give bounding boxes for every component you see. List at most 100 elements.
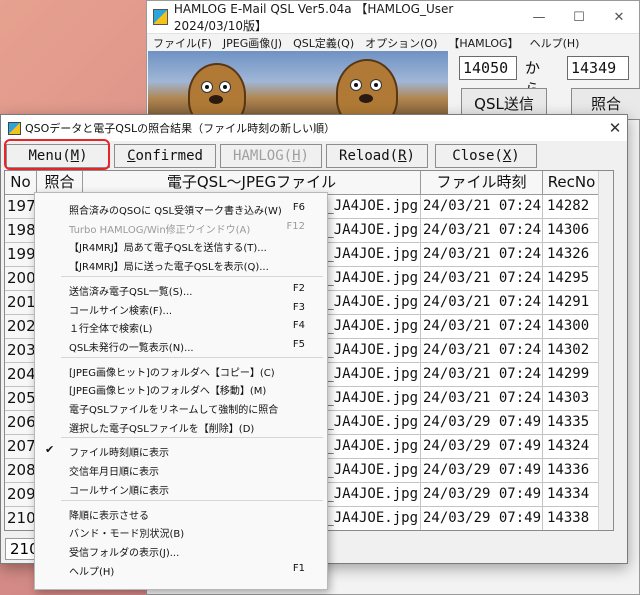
close-icon[interactable]: ✕ [603, 119, 627, 137]
context-menu-item-label: 送信済み電子QSL一覧(S)... [69, 286, 193, 298]
row-number[interactable]: 202 [5, 315, 37, 339]
row-number[interactable]: 201 [5, 291, 37, 315]
context-menu-item-label: コールサイン検索(F)... [69, 305, 173, 317]
context-menu-item-label: コールサイン順に表示 [69, 485, 169, 497]
context-menu-item[interactable]: １行全体で検索(L) F4 [35, 317, 327, 335]
time-cell[interactable]: 24/03/21 07:24 [421, 291, 543, 315]
row-number[interactable]: 197 [5, 195, 37, 219]
context-menu-item[interactable]: [JPEG画像ヒット]のフォルダへ【移動】(M) [35, 379, 327, 397]
close-dialog-button[interactable]: Close(X) [435, 144, 537, 168]
time-cell[interactable]: 24/03/21 07:24 [421, 195, 543, 219]
time-cell[interactable]: 24/03/21 07:24 [421, 243, 543, 267]
recno-cell[interactable]: 14336 [543, 459, 601, 483]
row-number[interactable]: 207 [5, 435, 37, 459]
hamlog-app-icon [8, 121, 21, 135]
row-number[interactable]: 199 [5, 243, 37, 267]
row-number[interactable]: 198 [5, 219, 37, 243]
context-menu-item-shortcut: F12 [286, 220, 305, 232]
maximize-button[interactable]: ☐ [559, 10, 599, 25]
context-menu-item[interactable]: 受信フォルダの表示(J)... [35, 541, 327, 559]
context-menu-item[interactable]: QSL未発行の一覧表示(N)... F5 [35, 336, 327, 354]
context-menu-item[interactable]: コールサイン検索(F)... F3 [35, 299, 327, 317]
confirmed-button[interactable]: Confirmed [114, 144, 216, 168]
column-header-recno[interactable]: RecNo [543, 171, 601, 195]
row-number[interactable]: 203 [5, 339, 37, 363]
context-menu-item-label: １行全体で検索(L) [69, 324, 153, 336]
row-number[interactable]: 205 [5, 387, 37, 411]
range-from-input[interactable]: 14050 [459, 56, 517, 80]
reload-button[interactable]: Reload(R) [326, 144, 428, 168]
context-menu-item[interactable]: コールサイン順に表示 [35, 479, 327, 497]
context-menu-item[interactable]: Turbo HAMLOG/Win修正ウインドウ(A) F12 [35, 218, 327, 236]
context-menu-item[interactable]: 降順に表示させる [35, 504, 327, 522]
context-menu-item[interactable]: 照合済みのQSOに QSL受領マーク書き込み(W) F6 [35, 199, 327, 217]
row-number[interactable]: 204 [5, 363, 37, 387]
menu-option[interactable]: オプション(O) [365, 35, 437, 51]
time-cell[interactable]: 24/03/29 07:49 [421, 483, 543, 507]
context-menu-item[interactable]: 【JR4MRJ】局に送った電子QSLを表示(Q)... [35, 255, 327, 273]
context-menu-item-label: 照合済みのQSOに QSL受領マーク書き込み(W) [69, 206, 282, 217]
recno-cell[interactable]: 14306 [543, 219, 601, 243]
recno-cell[interactable]: 14295 [543, 267, 601, 291]
context-menu-item[interactable]: 【JR4MRJ】局あて電子QSLを送信する(T)... [35, 236, 327, 254]
menu-button[interactable]: Menu(M) [6, 144, 110, 168]
row-number[interactable]: 206 [5, 411, 37, 435]
range-to-input[interactable]: 14349 [567, 56, 629, 80]
recno-cell[interactable]: 14282 [543, 195, 601, 219]
checkmark-icon: ✔ [45, 443, 55, 457]
menu-help[interactable]: ヘルプ(H) [530, 35, 580, 51]
column-header-no[interactable]: No [5, 171, 37, 195]
context-menu-item-label: 電子QSLファイルをリネームして強制的に照合 [69, 405, 279, 416]
context-menu-item-shortcut: F6 [292, 202, 305, 213]
context-menu-item[interactable]: ✔ ファイル時刻順に表示 [35, 441, 327, 459]
recno-cell[interactable]: 14338 [543, 507, 601, 530]
row-number[interactable]: 210 [5, 507, 37, 530]
context-menu-item-label: 交信年月日順に表示 [69, 467, 159, 479]
recno-cell[interactable]: 14334 [543, 483, 601, 507]
context-menu-item[interactable]: 電子QSLファイルをリネームして強制的に照合 [35, 398, 327, 416]
vertical-scrollbar[interactable] [598, 171, 613, 530]
hamlog-app-icon [153, 9, 168, 25]
column-header-time[interactable]: ファイル時刻 [421, 171, 543, 195]
menu-separator [61, 356, 323, 358]
time-cell[interactable]: 24/03/29 07:49 [421, 411, 543, 435]
row-number[interactable]: 209 [5, 483, 37, 507]
time-cell[interactable]: 24/03/21 07:24 [421, 219, 543, 243]
menu-separator [61, 499, 323, 501]
context-menu-item[interactable]: 交信年月日順に表示 [35, 460, 327, 478]
time-cell[interactable]: 24/03/29 07:49 [421, 435, 543, 459]
dialog-titlebar: QSOデータと電子QSLの照合結果（ファイル時刻の新しい順） ✕ [1, 115, 627, 141]
recno-cell[interactable]: 14335 [543, 411, 601, 435]
time-cell[interactable]: 24/03/21 07:24 [421, 363, 543, 387]
row-number[interactable]: 200 [5, 267, 37, 291]
recno-cell[interactable]: 14303 [543, 387, 601, 411]
hamlog-button[interactable]: HAMLOG(H) [220, 144, 322, 168]
row-number[interactable]: 208 [5, 459, 37, 483]
context-menu-item[interactable]: 送信済み電子QSL一覧(S)... F2 [35, 280, 327, 298]
dialog-title: QSOデータと電子QSLの照合結果（ファイル時刻の新しい順） [25, 122, 336, 135]
minimize-button[interactable]: — [519, 10, 559, 25]
context-menu-item-shortcut: F2 [292, 282, 305, 294]
menu-jpeg[interactable]: JPEG画像(J) [223, 35, 282, 51]
close-button[interactable]: ✕ [599, 10, 639, 25]
recno-cell[interactable]: 14300 [543, 315, 601, 339]
time-cell[interactable]: 24/03/21 07:24 [421, 315, 543, 339]
time-cell[interactable]: 24/03/29 07:49 [421, 459, 543, 483]
context-menu-item[interactable]: [JPEG画像ヒット]のフォルダへ【コピー】(C) [35, 361, 327, 379]
time-cell[interactable]: 24/03/29 07:49 [421, 507, 543, 530]
recno-cell[interactable]: 14291 [543, 291, 601, 315]
menu-qsl-def[interactable]: QSL定義(Q) [293, 35, 354, 51]
menu-hamlog[interactable]: 【HAMLOG】 [448, 35, 518, 51]
time-cell[interactable]: 24/03/21 07:24 [421, 339, 543, 363]
context-menu-item[interactable]: 選択した電子QSLファイルを【削除】(D) [35, 417, 327, 435]
recno-cell[interactable]: 14326 [543, 243, 601, 267]
recno-cell[interactable]: 14302 [543, 339, 601, 363]
context-menu-item[interactable]: ヘルプ(H) F1 [35, 560, 327, 578]
context-menu-item-label: 【JR4MRJ】局あて電子QSLを送信する(T)... [69, 243, 267, 255]
context-menu-item[interactable]: バンド・モード別状況(B) [35, 522, 327, 540]
menu-file[interactable]: ファイル(F) [153, 35, 212, 51]
time-cell[interactable]: 24/03/21 07:24 [421, 387, 543, 411]
time-cell[interactable]: 24/03/21 07:24 [421, 267, 543, 291]
recno-cell[interactable]: 14299 [543, 363, 601, 387]
recno-cell[interactable]: 14324 [543, 435, 601, 459]
